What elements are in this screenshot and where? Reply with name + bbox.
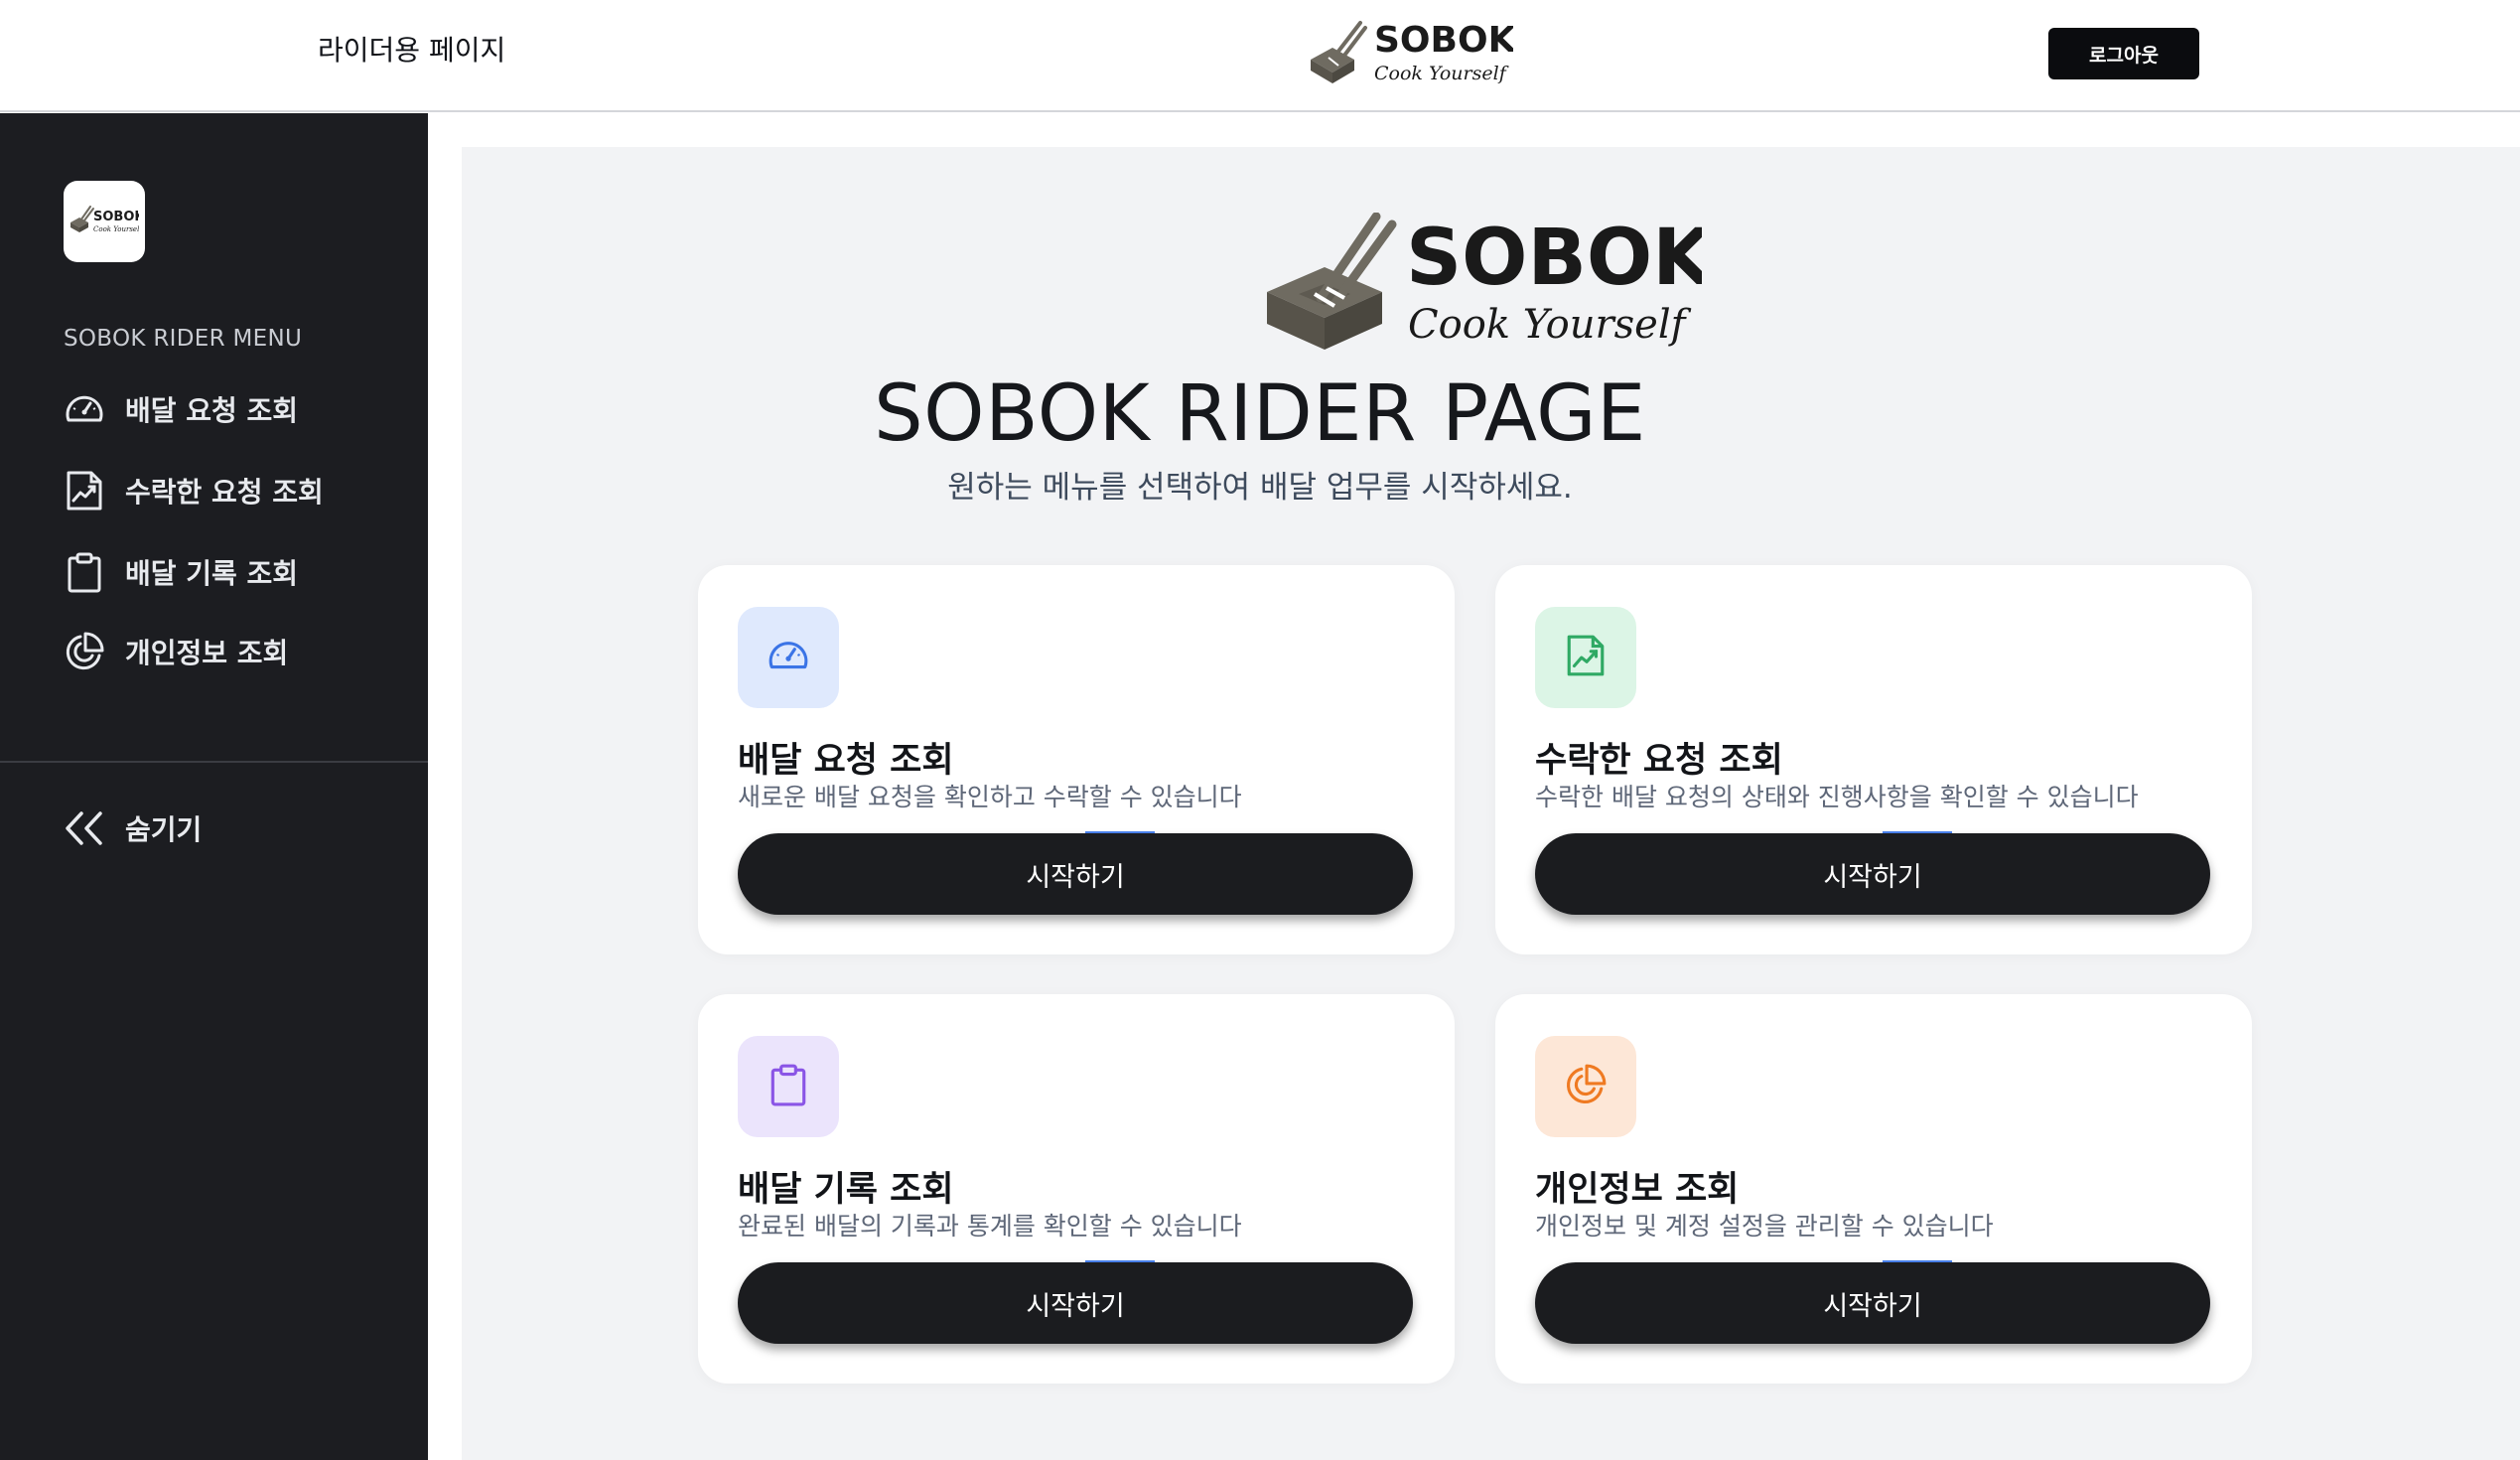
card-delivery-requests: 배달 요청 조회 새로운 배달 요청을 확인하고 수락할 수 있습니다 시작하기 — [698, 565, 1455, 954]
clipboard-icon — [64, 551, 105, 593]
card-description: 새로운 배달 요청을 확인하고 수락할 수 있습니다 — [738, 783, 1242, 811]
hero-title: SOBOK RIDER PAGE — [874, 369, 1646, 459]
double-chevron-left-icon — [64, 807, 105, 849]
card-icon-tile — [1535, 607, 1636, 708]
sobok-logo-icon: SOBOK Cook Yourself — [1311, 20, 1517, 84]
pie-chart-icon — [1564, 1063, 1608, 1110]
hero-subtitle: 원하는 메뉴를 선택하여 배달 업무를 시작하세요. — [947, 470, 1573, 506]
svg-text:SOBOK: SOBOK — [1406, 214, 1702, 303]
card-icon-tile — [738, 607, 839, 708]
logout-button[interactable]: 로그아웃 — [2048, 28, 2199, 79]
card-icon-tile — [738, 1036, 839, 1137]
start-button[interactable]: 시작하기 — [738, 833, 1413, 915]
sobok-logo[interactable]: SOBOK Cook Yourself — [1309, 18, 1517, 89]
card-icon-tile — [1535, 1036, 1636, 1137]
card-delivery-history: 배달 기록 조회 완료된 배달의 기록과 통계를 확인할 수 있습니다 시작하기 — [698, 994, 1455, 1384]
card-accepted-requests: 수락한 요청 조회 수락한 배달 요청의 상태와 진행사항을 확인할 수 있습니… — [1495, 565, 2252, 954]
sidebar-divider — [0, 761, 428, 763]
chart-document-icon — [1564, 634, 1608, 681]
hide-sidebar-button[interactable]: 숨기기 — [64, 803, 262, 854]
sidebar-logo-badge[interactable]: SOBOK Cook Yourself — [64, 181, 145, 262]
clipboard-icon — [767, 1063, 810, 1110]
sobok-mini-logo-icon: SOBOK Cook Yourself — [70, 206, 139, 233]
svg-text:SOBOK: SOBOK — [93, 210, 139, 224]
svg-text:Cook Yourself: Cook Yourself — [1408, 302, 1692, 348]
sidebar: SOBOK Cook Yourself SOBOK RIDER MENU 배달 … — [0, 113, 428, 1460]
sobok-large-logo-icon — [820, 179, 1257, 358]
svg-text:Cook Yourself: Cook Yourself — [1374, 63, 1509, 84]
pie-chart-icon — [64, 631, 105, 672]
card-title: 배달 기록 조회 — [738, 1170, 954, 1210]
card-title: 개인정보 조회 — [1535, 1170, 1740, 1210]
start-button[interactable]: 시작하기 — [1535, 1262, 2210, 1344]
hero-brand-mark: SOBOK Cook Yourself — [1267, 213, 1702, 350]
start-button[interactable]: 시작하기 — [1535, 833, 2210, 915]
hero-sobok-logo — [820, 179, 1257, 358]
card-profile: 개인정보 조회 개인정보 및 계정 설정을 관리할 수 있습니다 시작하기 — [1495, 994, 2252, 1384]
dashboard-gauge-icon — [767, 634, 810, 681]
start-button[interactable]: 시작하기 — [738, 1262, 1413, 1344]
card-description: 완료된 배달의 기록과 통계를 확인할 수 있습니다 — [738, 1212, 1242, 1241]
sidebar-item-label: 개인정보 조회 — [125, 637, 289, 669]
card-description: 수락한 배달 요청의 상태와 진행사항을 확인할 수 있습니다 — [1535, 783, 2139, 811]
hide-sidebar-label: 숨기기 — [125, 813, 203, 846]
svg-text:SOBOK: SOBOK — [1374, 20, 1513, 61]
sidebar-item-delivery-history[interactable]: 배달 기록 조회 — [64, 546, 391, 598]
page-title: 라이더용 페이지 — [318, 34, 506, 67]
top-header: 라이더용 페이지 SOBOK Cook Yourself 로그아웃 — [0, 0, 2520, 112]
svg-text:Cook Yourself: Cook Yourself — [93, 225, 139, 233]
card-description: 개인정보 및 계정 설정을 관리할 수 있습니다 — [1535, 1212, 1994, 1241]
card-title: 배달 요청 조회 — [738, 741, 954, 781]
sidebar-menu-heading: SOBOK RIDER MENU — [64, 326, 303, 352]
sidebar-item-label: 배달 기록 조회 — [125, 557, 299, 590]
sidebar-item-profile[interactable]: 개인정보 조회 — [64, 626, 391, 677]
card-title: 수락한 요청 조회 — [1535, 741, 1783, 781]
